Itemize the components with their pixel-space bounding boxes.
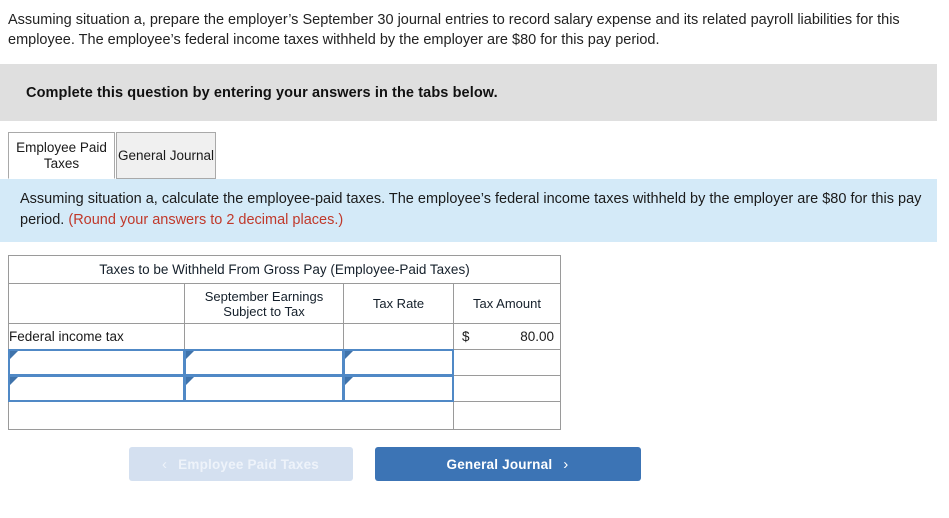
table-header-row: September Earnings Subject to Tax Tax Ra… xyxy=(8,283,561,324)
tab-navigation: ‹ Employee Paid Taxes General Journal › xyxy=(0,447,949,481)
dropdown-input[interactable] xyxy=(8,375,185,402)
table-row xyxy=(8,375,561,402)
column-header-tax-rate: Tax Rate xyxy=(343,283,454,324)
question-prompt: Assuming situation a, prepare the employ… xyxy=(8,12,900,48)
dropdown-input[interactable] xyxy=(8,349,185,376)
tab-employee-paid-taxes[interactable]: Employee Paid Taxes xyxy=(8,132,115,179)
tab-general-journal-label: General Journal xyxy=(117,147,215,163)
instruction-banner-text: Complete this question by entering your … xyxy=(26,84,498,101)
next-tab-button[interactable]: General Journal › xyxy=(374,447,641,481)
row-rate-input-2[interactable] xyxy=(343,375,454,402)
row-label-input-1[interactable] xyxy=(8,349,185,376)
dropdown-input[interactable] xyxy=(184,375,344,402)
table-title: Taxes to be Withheld From Gross Pay (Emp… xyxy=(8,255,561,284)
chevron-right-icon: › xyxy=(563,455,569,473)
column-header-line-2: Subject to Tax xyxy=(223,303,305,319)
total-amount xyxy=(453,401,561,430)
row-earnings-federal-income-tax xyxy=(184,323,344,350)
row-earnings-input-1[interactable] xyxy=(184,349,344,376)
table-title-row: Taxes to be Withheld From Gross Pay (Emp… xyxy=(8,255,561,284)
row-amount-input-2 xyxy=(453,375,561,402)
table-total-row xyxy=(8,401,561,430)
row-rate-input-1[interactable] xyxy=(343,349,454,376)
column-header-september-earnings: September Earnings Subject to Tax xyxy=(184,283,344,324)
employee-paid-taxes-table: Taxes to be Withheld From Gross Pay (Emp… xyxy=(8,255,561,430)
row-rate-federal-income-tax xyxy=(343,323,454,350)
table-row: Federal income tax $ 80.00 xyxy=(8,323,561,350)
row-label-input-2[interactable] xyxy=(8,375,185,402)
row-label-federal-income-tax: Federal income tax xyxy=(8,323,185,350)
row-earnings-input-2[interactable] xyxy=(184,375,344,402)
tab-general-journal[interactable]: General Journal xyxy=(116,132,216,179)
tab-employee-paid-taxes-label: Employee Paid Taxes xyxy=(16,139,107,171)
total-label xyxy=(8,401,454,430)
column-header-tax-amount: Tax Amount xyxy=(453,283,561,324)
dropdown-input[interactable] xyxy=(184,349,344,376)
tab-strip: Employee Paid Taxes General Journal xyxy=(0,131,949,179)
table-row xyxy=(8,349,561,376)
row-amount-input-1 xyxy=(453,349,561,376)
dropdown-input[interactable] xyxy=(343,349,454,376)
instruction-banner: Complete this question by entering your … xyxy=(0,64,937,121)
worksheet-container: Taxes to be Withheld From Gross Pay (Emp… xyxy=(8,255,949,430)
prev-tab-button-label: Employee Paid Taxes xyxy=(178,456,320,472)
column-header-line-1: September Earnings xyxy=(204,288,324,304)
rounding-note: (Round your answers to 2 decimal places.… xyxy=(68,212,344,228)
amount-value: 80.00 xyxy=(520,329,554,344)
column-header-item xyxy=(8,283,185,324)
chevron-left-icon: ‹ xyxy=(161,455,168,473)
next-tab-button-label: General Journal xyxy=(446,456,553,472)
tab-instruction-panel: Assuming situation a, calculate the empl… xyxy=(0,179,937,242)
dropdown-input[interactable] xyxy=(343,375,454,402)
prev-tab-button[interactable]: ‹ Employee Paid Taxes xyxy=(128,447,353,481)
row-amount-federal-income-tax: $ 80.00 xyxy=(453,323,561,350)
currency-symbol: $ xyxy=(462,329,470,344)
